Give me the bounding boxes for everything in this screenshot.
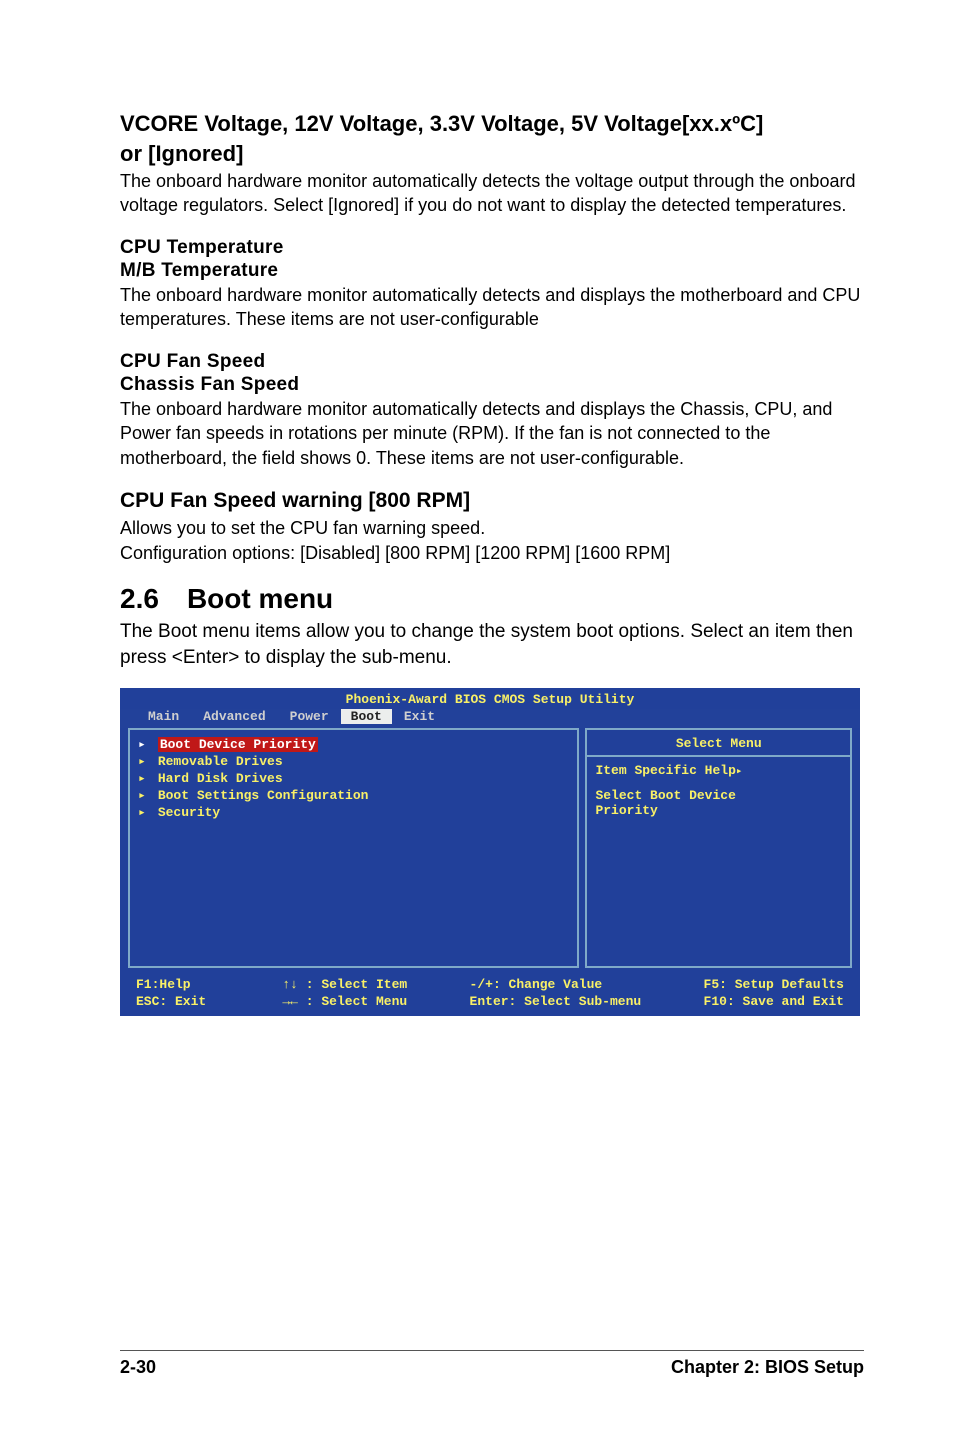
bios-left-panel: ▸ Boot Device Priority ▸ Removable Drive…	[128, 728, 579, 968]
heading-number: 2.6	[120, 583, 159, 615]
footer-key-f1: F1:Help	[136, 977, 220, 992]
help-text-line2: Priority	[595, 803, 842, 818]
page-footer: 2-30 Chapter 2: BIOS Setup	[120, 1350, 864, 1378]
page-number: 2-30	[120, 1357, 156, 1378]
bios-tab-power[interactable]: Power	[278, 709, 341, 724]
help-text-line1: Select Boot Device	[595, 788, 842, 803]
footer-select-menu: →← : Select Menu	[282, 993, 407, 1010]
section-cputemp-line2: M/B Temperature	[120, 259, 864, 283]
section-fanwarn-body2: Configuration options: [Disabled] [800 R…	[120, 541, 864, 565]
bios-tabs: Main Advanced Power Boot Exit	[120, 709, 860, 728]
section-cputemp-body: The onboard hardware monitor automatical…	[120, 283, 864, 332]
section-cpufan-line1: CPU Fan Speed	[120, 350, 864, 374]
menu-item-hard-disk-drives[interactable]: ▸ Hard Disk Drives	[138, 770, 569, 787]
footer-save-exit: F10: Save and Exit	[704, 993, 844, 1010]
divider	[587, 755, 850, 757]
footer-change-value: -/+: Change Value	[470, 976, 642, 993]
bios-screenshot: Phoenix-Award BIOS CMOS Setup Utility Ma…	[120, 688, 860, 1016]
submenu-arrow-icon: ▸	[138, 754, 150, 769]
bios-title: Phoenix-Award BIOS CMOS Setup Utility	[120, 688, 860, 709]
section-cpufan-line2: Chassis Fan Speed	[120, 373, 864, 397]
menu-label: Security	[158, 805, 220, 820]
heading-boot-menu: 2.6 Boot menu	[120, 583, 864, 615]
menu-label: Boot Settings Configuration	[158, 788, 369, 803]
menu-label: Boot Device Priority	[158, 737, 318, 752]
chapter-title: Chapter 2: BIOS Setup	[671, 1357, 864, 1378]
submenu-arrow-icon: ▸	[138, 788, 150, 803]
chevron-right-icon: ▸	[736, 767, 743, 778]
bios-right-panel: Select Menu Item Specific Help▸ Select B…	[585, 728, 852, 968]
right-panel-title: Select Menu	[595, 736, 842, 753]
submenu-arrow-icon: ▸	[138, 737, 150, 752]
section-fanwarn-body1: Allows you to set the CPU fan warning sp…	[120, 516, 864, 540]
submenu-arrow-icon: ▸	[138, 805, 150, 820]
menu-item-security[interactable]: ▸ Security	[138, 804, 569, 821]
section-vcore-title-1: VCORE Voltage, 12V Voltage, 3.3V Voltage…	[120, 110, 864, 138]
menu-label: Removable Drives	[158, 754, 283, 769]
heading-title: Boot menu	[187, 583, 333, 615]
section-vcore-body: The onboard hardware monitor automatical…	[120, 169, 864, 218]
footer-select-submenu: Enter: Select Sub-menu	[470, 993, 642, 1010]
bios-tab-exit[interactable]: Exit	[392, 709, 447, 724]
section-cpufan-body: The onboard hardware monitor automatical…	[120, 397, 864, 470]
submenu-arrow-icon: ▸	[138, 771, 150, 786]
menu-label: Hard Disk Drives	[158, 771, 283, 786]
bios-tab-main[interactable]: Main	[136, 709, 191, 724]
menu-item-removable-drives[interactable]: ▸ Removable Drives	[138, 753, 569, 770]
heading-body: The Boot menu items allow you to change …	[120, 619, 864, 670]
footer-select-item: ↑↓ : Select Item	[282, 976, 407, 993]
menu-item-boot-device-priority[interactable]: ▸ Boot Device Priority	[138, 736, 569, 753]
footer-key-esc: ESC: Exit	[136, 994, 220, 1009]
menu-item-boot-settings-config[interactable]: ▸ Boot Settings Configuration	[138, 787, 569, 804]
help-label: Item Specific Help	[595, 763, 735, 778]
help-label-row: Item Specific Help▸	[595, 763, 842, 778]
section-fanwarn-title: CPU Fan Speed warning [800 RPM]	[120, 488, 864, 514]
bios-footer: F1:Help ESC: Exit ↑↓ : Select Item →← : …	[120, 976, 860, 1016]
bios-tab-boot[interactable]: Boot	[341, 709, 392, 724]
bios-tab-advanced[interactable]: Advanced	[191, 709, 277, 724]
section-cputemp-line1: CPU Temperature	[120, 236, 864, 260]
section-vcore-title-2: or [Ignored]	[120, 140, 864, 168]
footer-setup-defaults: F5: Setup Defaults	[704, 976, 844, 993]
